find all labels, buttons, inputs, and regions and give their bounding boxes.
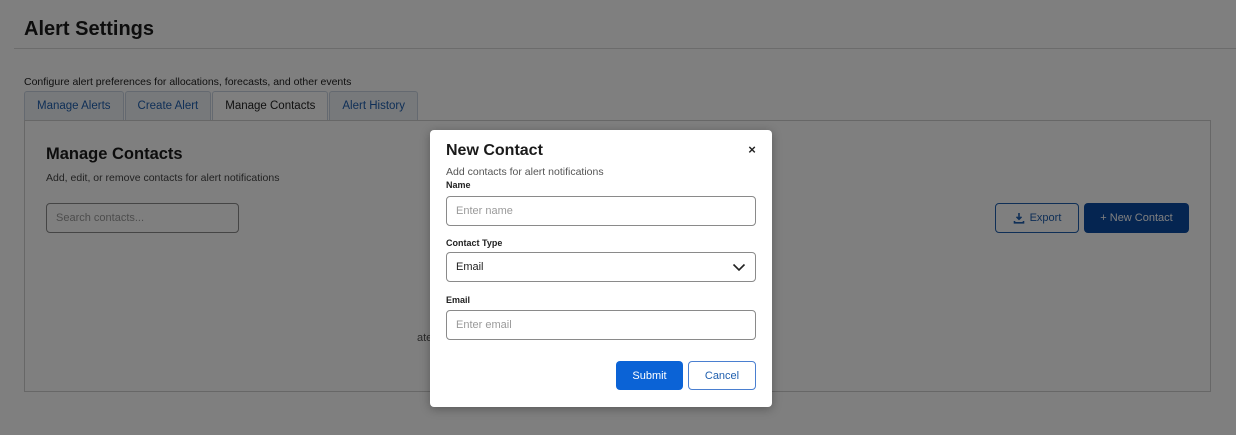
modal-title: New Contact — [446, 142, 543, 159]
new-contact-modal: New Contact × Add contacts for alert not… — [430, 130, 772, 407]
contact-type-value: Email — [456, 261, 484, 273]
name-label: Name — [446, 180, 471, 190]
contact-type-select[interactable]: Email — [446, 252, 756, 282]
close-icon[interactable]: × — [745, 143, 759, 157]
email-label: Email — [446, 295, 471, 305]
chevron-down-icon — [732, 263, 746, 272]
modal-subtitle: Add contacts for alert notifications — [446, 166, 604, 178]
submit-button[interactable]: Submit — [616, 361, 683, 390]
contact-type-label: Contact Type — [446, 238, 503, 248]
cancel-button[interactable]: Cancel — [688, 361, 756, 390]
name-field[interactable] — [446, 196, 756, 226]
email-field[interactable] — [446, 310, 756, 340]
